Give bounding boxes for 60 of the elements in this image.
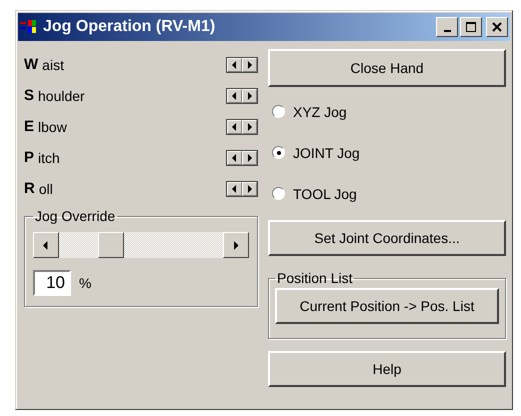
jog-mode-radio[interactable]: TOOL Jog [268, 173, 361, 214]
jog-mode-radio[interactable]: JOINT Jog [268, 132, 364, 173]
axis-key: E [24, 118, 34, 135]
right-step-button[interactable] [242, 58, 257, 72]
axis-key: P [24, 149, 34, 166]
axis-spinner[interactable] [226, 118, 258, 134]
set-joint-coordinates-button[interactable]: Set Joint Coordinates... [268, 220, 506, 256]
left-step-button[interactable] [227, 120, 242, 134]
axis-spinner[interactable] [226, 88, 258, 104]
axis-label: itch [38, 150, 61, 166]
override-scrollbar[interactable] [33, 232, 249, 258]
right-step-button[interactable] [242, 120, 257, 134]
override-value-field[interactable]: 10 [33, 270, 71, 296]
right-arrow-icon [233, 240, 239, 250]
right-step-button[interactable] [242, 88, 257, 102]
right-arrow-icon [247, 122, 252, 130]
left-step-button[interactable] [227, 182, 242, 196]
app-icon [20, 19, 38, 35]
left-arrow-icon [232, 122, 237, 130]
group-label: Jog Override [34, 208, 116, 224]
left-arrow-icon [232, 184, 237, 192]
right-step-button[interactable] [242, 182, 257, 196]
scroll-thumb[interactable] [98, 232, 124, 258]
percent-label: % [79, 275, 92, 291]
close-icon [492, 22, 502, 32]
right-arrow-icon [247, 60, 252, 68]
axis-spinner[interactable] [226, 180, 258, 196]
axis-label: lbow [38, 118, 68, 134]
help-button[interactable]: Help [268, 351, 506, 387]
jog-mode-radio[interactable]: XYZ Jog [268, 91, 351, 132]
right-arrow-icon [247, 92, 252, 100]
left-arrow-icon [232, 60, 237, 68]
axis-key: W [24, 56, 38, 73]
left-step-button[interactable] [227, 88, 242, 102]
close-button[interactable] [486, 17, 508, 37]
left-arrow-icon [232, 154, 237, 162]
left-arrow-icon [43, 240, 49, 250]
window-title: Jog Operation (RV-M1) [43, 18, 216, 36]
close-hand-button[interactable]: Close Hand [268, 49, 506, 87]
right-arrow-icon [247, 154, 252, 162]
left-step-button[interactable] [227, 58, 242, 72]
axis-spinner[interactable] [226, 56, 258, 72]
maximize-icon [466, 22, 476, 32]
axis-key: R [24, 180, 35, 197]
axis-label: oll [38, 180, 54, 196]
minimize-icon [444, 30, 450, 32]
group-label: Position List [276, 270, 354, 286]
right-step-button[interactable] [242, 150, 257, 164]
scroll-left-button[interactable] [33, 232, 59, 258]
left-arrow-icon [232, 92, 237, 100]
axis-key: S [24, 87, 34, 104]
axis-label: aist [42, 56, 65, 72]
right-arrow-icon [247, 184, 252, 192]
left-step-button[interactable] [227, 150, 242, 164]
minimize-button[interactable] [436, 17, 458, 37]
maximize-button[interactable] [460, 17, 482, 37]
scroll-right-button[interactable] [223, 232, 249, 258]
axis-spinner[interactable] [226, 150, 258, 166]
axis-label: houlder [38, 88, 86, 104]
current-position-button[interactable]: Current Position -> Pos. List [275, 288, 499, 324]
